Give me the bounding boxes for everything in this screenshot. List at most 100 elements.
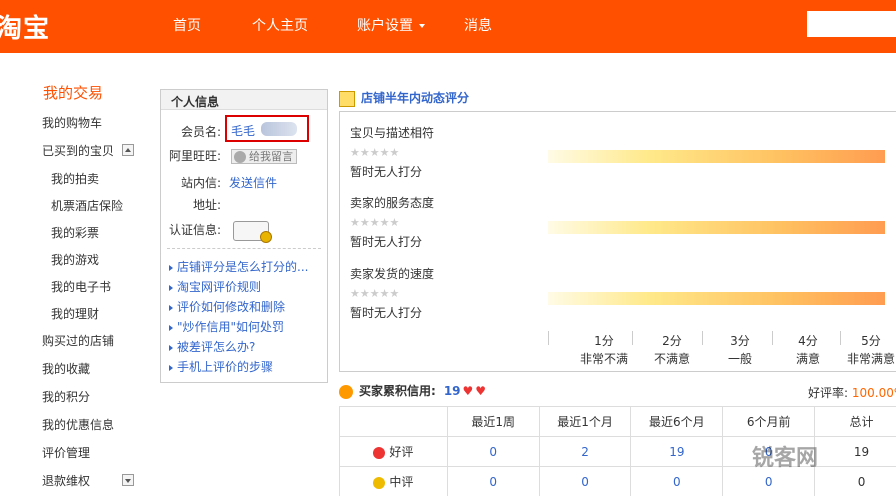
table-cell[interactable]: 0	[538, 466, 632, 496]
help-link-label: 淘宝网评价规则	[177, 280, 262, 294]
scale-desc: 一般	[727, 352, 752, 366]
table-header: 最近1周	[446, 406, 540, 437]
taobao-logo[interactable]: 淘宝	[0, 8, 50, 45]
arrow-right-icon	[169, 304, 173, 311]
top-nav-bar: 淘宝 首页 个人主页 账户设置 消息	[0, 0, 896, 53]
scale-tick	[772, 331, 773, 345]
send-mail-link[interactable]: 发送信件	[229, 174, 277, 191]
expand-toggle[interactable]	[122, 474, 134, 486]
nav-account-settings-label: 账户设置	[357, 18, 413, 34]
help-link-label: 评价如何修改和删除	[177, 300, 286, 314]
heart-icon: ♥	[462, 384, 474, 398]
table-cell: 0	[814, 466, 896, 496]
cert-label: 认证信息:	[168, 223, 221, 237]
blurred-name	[261, 122, 297, 136]
help-link-label: 被差评怎么办?	[177, 340, 256, 354]
help-link-mobile[interactable]: 手机上评价的步骤	[169, 358, 273, 375]
leave-message-label: 给我留言	[249, 150, 293, 163]
chevron-up-icon	[125, 148, 131, 152]
good-rate: 好评率: 100.00%	[808, 384, 896, 401]
yellow-flower-icon	[373, 476, 386, 489]
help-link-label: 店铺评分是怎么打分的...	[177, 260, 309, 274]
table-cell[interactable]: 0	[446, 466, 540, 496]
sidebar-item-finance[interactable]: 我的理财	[51, 305, 99, 322]
scale-score: 5分	[861, 334, 881, 348]
table-header: 6个月前	[722, 406, 816, 437]
sidebar-item-games[interactable]: 我的游戏	[51, 251, 99, 268]
nav-account-settings[interactable]: 账户设置	[357, 15, 425, 35]
red-flower-icon	[373, 446, 386, 459]
table-cell[interactable]: 19	[630, 436, 724, 467]
sidebar-item-lottery[interactable]: 我的彩票	[51, 224, 99, 241]
credit-count[interactable]: 19	[444, 384, 461, 398]
table-header	[339, 406, 448, 437]
member-name-highlight: 毛毛	[225, 115, 309, 142]
rating-item-label: 卖家发货的速度	[350, 267, 435, 281]
row-label-neutral: 中评	[339, 466, 448, 496]
scale-desc: 不满意	[653, 352, 690, 366]
sidebar-item-favorites[interactable]: 我的收藏	[42, 360, 90, 377]
sidebar-item-shops[interactable]: 购买过的店铺	[42, 332, 114, 349]
chevron-down-icon	[419, 24, 425, 28]
good-rate-label: 好评率:	[808, 386, 849, 400]
help-link-label: 手机上评价的步骤	[177, 360, 274, 374]
member-name[interactable]: 毛毛	[231, 122, 255, 139]
help-link-penalty[interactable]: "炒作信用"如何处罚	[169, 318, 284, 335]
rating-bar	[548, 150, 885, 163]
scale-tick	[702, 331, 703, 345]
sidebar-item-coupons[interactable]: 我的优惠信息	[42, 416, 114, 433]
personal-info-panel: 个人信息 会员名: 毛毛 阿里旺旺: 给我留言 站内信: 发送信件 地址: 认证…	[160, 89, 328, 383]
rating-item-label: 卖家的服务态度	[350, 196, 435, 210]
table-header-row: 最近1周 最近1个月 最近6个月 6个月前 总计	[339, 406, 896, 437]
help-link-scoring[interactable]: 店铺评分是怎么打分的...	[169, 258, 308, 275]
arrow-right-icon	[169, 364, 173, 371]
help-link-rules[interactable]: 淘宝网评价规则	[169, 278, 261, 295]
sidebar-item-reviews[interactable]: 评价管理	[42, 444, 90, 461]
table-cell[interactable]: 2	[538, 436, 632, 467]
credit-title: 买家累积信用:	[359, 384, 436, 398]
row-label: 好评	[389, 445, 414, 459]
table-header: 最近1个月	[538, 406, 632, 437]
search-input[interactable]	[807, 11, 896, 37]
certification-icon[interactable]	[233, 221, 272, 243]
sidebar-title: 我的交易	[43, 84, 104, 102]
wangwang-label: 阿里旺旺:	[168, 149, 221, 163]
collapse-toggle[interactable]	[122, 144, 134, 156]
sidebar-item-points[interactable]: 我的积分	[42, 388, 90, 405]
arrow-right-icon	[169, 324, 173, 331]
row-label: 中评	[389, 475, 414, 489]
rating-title: 店铺半年内动态评分	[361, 91, 470, 105]
leave-message-button[interactable]: 给我留言	[231, 149, 297, 164]
personal-info-title: 个人信息	[161, 90, 327, 110]
rating-bar	[548, 221, 885, 234]
scale-desc: 满意	[795, 352, 820, 366]
heart-icon: ♥	[475, 384, 487, 398]
star-rating: ★★★★★	[350, 287, 400, 300]
arrow-right-icon	[169, 264, 173, 271]
chevron-down-icon	[125, 479, 131, 483]
rating-item-label: 宝贝与描述相符	[350, 126, 435, 140]
sidebar-item-refunds[interactable]: 退款维权	[42, 472, 90, 489]
table-cell[interactable]: 0	[630, 466, 724, 496]
sidebar-item-ebooks[interactable]: 我的电子书	[51, 278, 111, 295]
sidebar-item-cart[interactable]: 我的购物车	[42, 114, 102, 131]
sidebar-item-auction[interactable]: 我的拍卖	[51, 170, 99, 187]
nav-home[interactable]: 首页	[173, 15, 201, 35]
rating-header: 店铺半年内动态评分	[339, 89, 469, 107]
sidebar-item-bought[interactable]: 已买到的宝贝	[42, 142, 114, 159]
scale-desc: 非常不满	[579, 352, 628, 366]
rating-status: 暂时无人打分	[350, 165, 423, 179]
sidebar-item-travel[interactable]: 机票酒店保险	[51, 197, 123, 214]
nav-profile[interactable]: 个人主页	[252, 15, 308, 35]
verified-badge-icon	[260, 231, 272, 243]
good-rate-value: 100.00%	[851, 386, 896, 400]
table-cell[interactable]: 0	[446, 436, 540, 467]
buyer-icon	[339, 384, 353, 399]
nav-messages[interactable]: 消息	[464, 15, 492, 35]
credit-header: 买家累积信用: 19 ♥ ♥	[339, 382, 486, 399]
help-link-edit[interactable]: 评价如何修改和删除	[169, 298, 285, 315]
help-link-negative[interactable]: 被差评怎么办?	[169, 338, 255, 355]
scale-tick	[548, 331, 549, 345]
rating-status: 暂时无人打分	[350, 235, 423, 249]
scale-score: 2分	[662, 334, 682, 348]
